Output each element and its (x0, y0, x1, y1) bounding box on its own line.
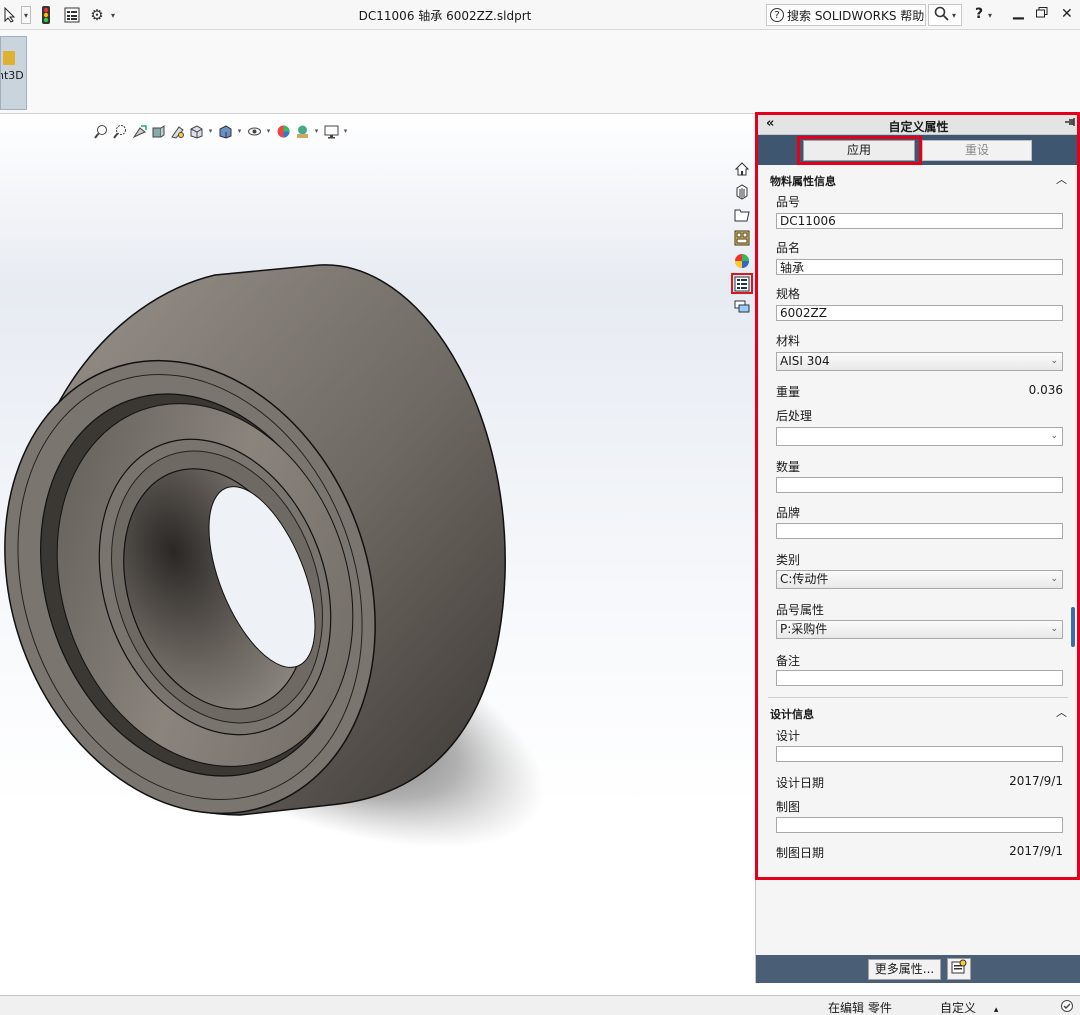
weight-label: 重量 (776, 385, 801, 399)
category-label: 类别 (776, 553, 801, 567)
part-name-input[interactable] (776, 259, 1063, 275)
drafter-input[interactable] (776, 817, 1063, 833)
draft-date-label: 制图日期 (776, 846, 825, 860)
file-explorer-icon[interactable] (731, 204, 753, 225)
document-title: DC11006 轴承 6002ZZ.sldprt (358, 9, 532, 23)
graphics-area[interactable]: ▾ ▾ ▾ ▾ ▾ (0, 115, 755, 983)
property-tab-builder-button[interactable] (947, 958, 971, 980)
view-palette-icon[interactable] (731, 227, 753, 248)
spec-input[interactable] (776, 305, 1063, 321)
chevron-up-icon[interactable]: ︿ (1056, 171, 1067, 187)
panel-title: 自定义属性 (888, 120, 949, 134)
remark-label: 备注 (776, 654, 801, 668)
title-bar: ▾ ⚙ ▾ DC11006 轴承 6002ZZ.sldprt ? 搜索 SOLI… (0, 0, 1080, 30)
part-model[interactable] (0, 115, 755, 983)
custom-properties-panel: « 自定义属性 应用 重设 物料属性信息 ︿ 品号 品名 规格 材料 AISI … (755, 115, 1080, 983)
part-number-attr-label: 品号属性 (776, 603, 825, 617)
post-process-select[interactable]: ⌄ (776, 427, 1063, 446)
design-date-label: 设计日期 (776, 776, 825, 790)
category-select[interactable]: C:传动件 ⌄ (776, 570, 1063, 589)
part-number-label: 品号 (776, 195, 801, 209)
reset-button[interactable]: 重设 (922, 140, 1032, 161)
designer-input[interactable] (776, 746, 1063, 762)
edit-mode-status: 在编辑 零件 (828, 1001, 892, 1015)
quantity-input[interactable] (776, 477, 1063, 493)
chevron-down-icon: ⌄ (1050, 574, 1058, 584)
material-select-value: AISI 304 (780, 354, 830, 368)
addin-icon (3, 51, 15, 65)
minimize-icon[interactable]: ▁ (1013, 4, 1024, 20)
designer-label: 设计 (776, 729, 801, 743)
status-bar: 在编辑 零件 自定义 ▴ (0, 995, 1080, 1015)
part-number-attr-select[interactable]: P:采购件 ⌄ (776, 620, 1063, 639)
appearances-icon[interactable] (731, 250, 753, 271)
chevron-up-icon[interactable]: ︿ (1056, 704, 1067, 720)
chevron-down-icon: ⌄ (1050, 356, 1058, 366)
search-dropdown-icon: ▾ (951, 10, 956, 20)
post-process-label: 后处理 (776, 409, 813, 423)
help-menu-button[interactable]: ? ▾ (975, 6, 992, 22)
command-manager: nt3D (0, 30, 1080, 114)
material-section-title: 物料属性信息 (770, 175, 836, 188)
chevron-down-icon: ⌄ (1050, 431, 1058, 441)
property-tab-builder-icon (951, 959, 967, 974)
part-number-input[interactable] (776, 213, 1063, 229)
panel-button-bar: 应用 重设 (756, 135, 1080, 165)
brand-input[interactable] (776, 523, 1063, 539)
brand-label: 品牌 (776, 506, 801, 520)
forum-icon[interactable] (731, 296, 753, 317)
close-icon[interactable]: ✕ (1061, 6, 1073, 22)
search-button[interactable]: ▾ (928, 4, 962, 26)
part-number-attr-select-value: P:采购件 (780, 622, 828, 636)
parts-library-icon[interactable] (731, 181, 753, 202)
units-status[interactable]: 自定义 ▴ (940, 999, 998, 1015)
draft-date-value: 2017/9/1 (1009, 844, 1063, 858)
quantity-label: 数量 (776, 460, 801, 474)
panel-footer: 更多属性... (756, 955, 1080, 983)
home-icon[interactable] (731, 158, 753, 179)
drafter-label: 制图 (776, 800, 801, 814)
design-date-value: 2017/9/1 (1009, 774, 1063, 788)
search-icon (934, 6, 949, 25)
remark-input[interactable] (776, 670, 1063, 686)
section-divider (768, 697, 1068, 698)
task-pane-tabs (731, 158, 753, 317)
panel-header: « 自定义属性 (756, 115, 1080, 135)
weight-value: 0.036 (1028, 383, 1063, 397)
panel-body: 物料属性信息 ︿ 品号 品名 规格 材料 AISI 304 ⌄ 重量 0.036… (756, 165, 1080, 881)
category-select-value: C:传动件 (780, 572, 829, 586)
help-search-box[interactable]: ? 搜索 SOLIDWORKS 帮助 (766, 4, 926, 26)
units-arrow-icon: ▴ (993, 1005, 999, 1015)
more-properties-button[interactable]: 更多属性... (868, 959, 941, 980)
pin-icon[interactable] (1065, 116, 1077, 130)
scrollbar-thumb[interactable] (1071, 607, 1075, 647)
part-name-label: 品名 (776, 241, 801, 255)
chevron-down-icon: ⌄ (1050, 624, 1058, 634)
design-section-title: 设计信息 (770, 708, 814, 721)
rebuild-status-icon[interactable] (1060, 999, 1074, 1015)
help-search-label: 搜索 SOLIDWORKS 帮助 (787, 8, 925, 23)
addin-button[interactable]: nt3D (0, 36, 27, 110)
material-label: 材料 (776, 334, 801, 348)
spec-label: 规格 (776, 287, 801, 301)
custom-properties-icon[interactable] (731, 273, 753, 294)
apply-button[interactable]: 应用 (803, 140, 915, 161)
material-select[interactable]: AISI 304 ⌄ (776, 352, 1063, 371)
panel-scrollbar[interactable] (1069, 555, 1077, 665)
addin-label: nt3D (1, 69, 24, 82)
help-icon: ? (770, 8, 784, 22)
restore-icon[interactable] (1036, 6, 1048, 22)
